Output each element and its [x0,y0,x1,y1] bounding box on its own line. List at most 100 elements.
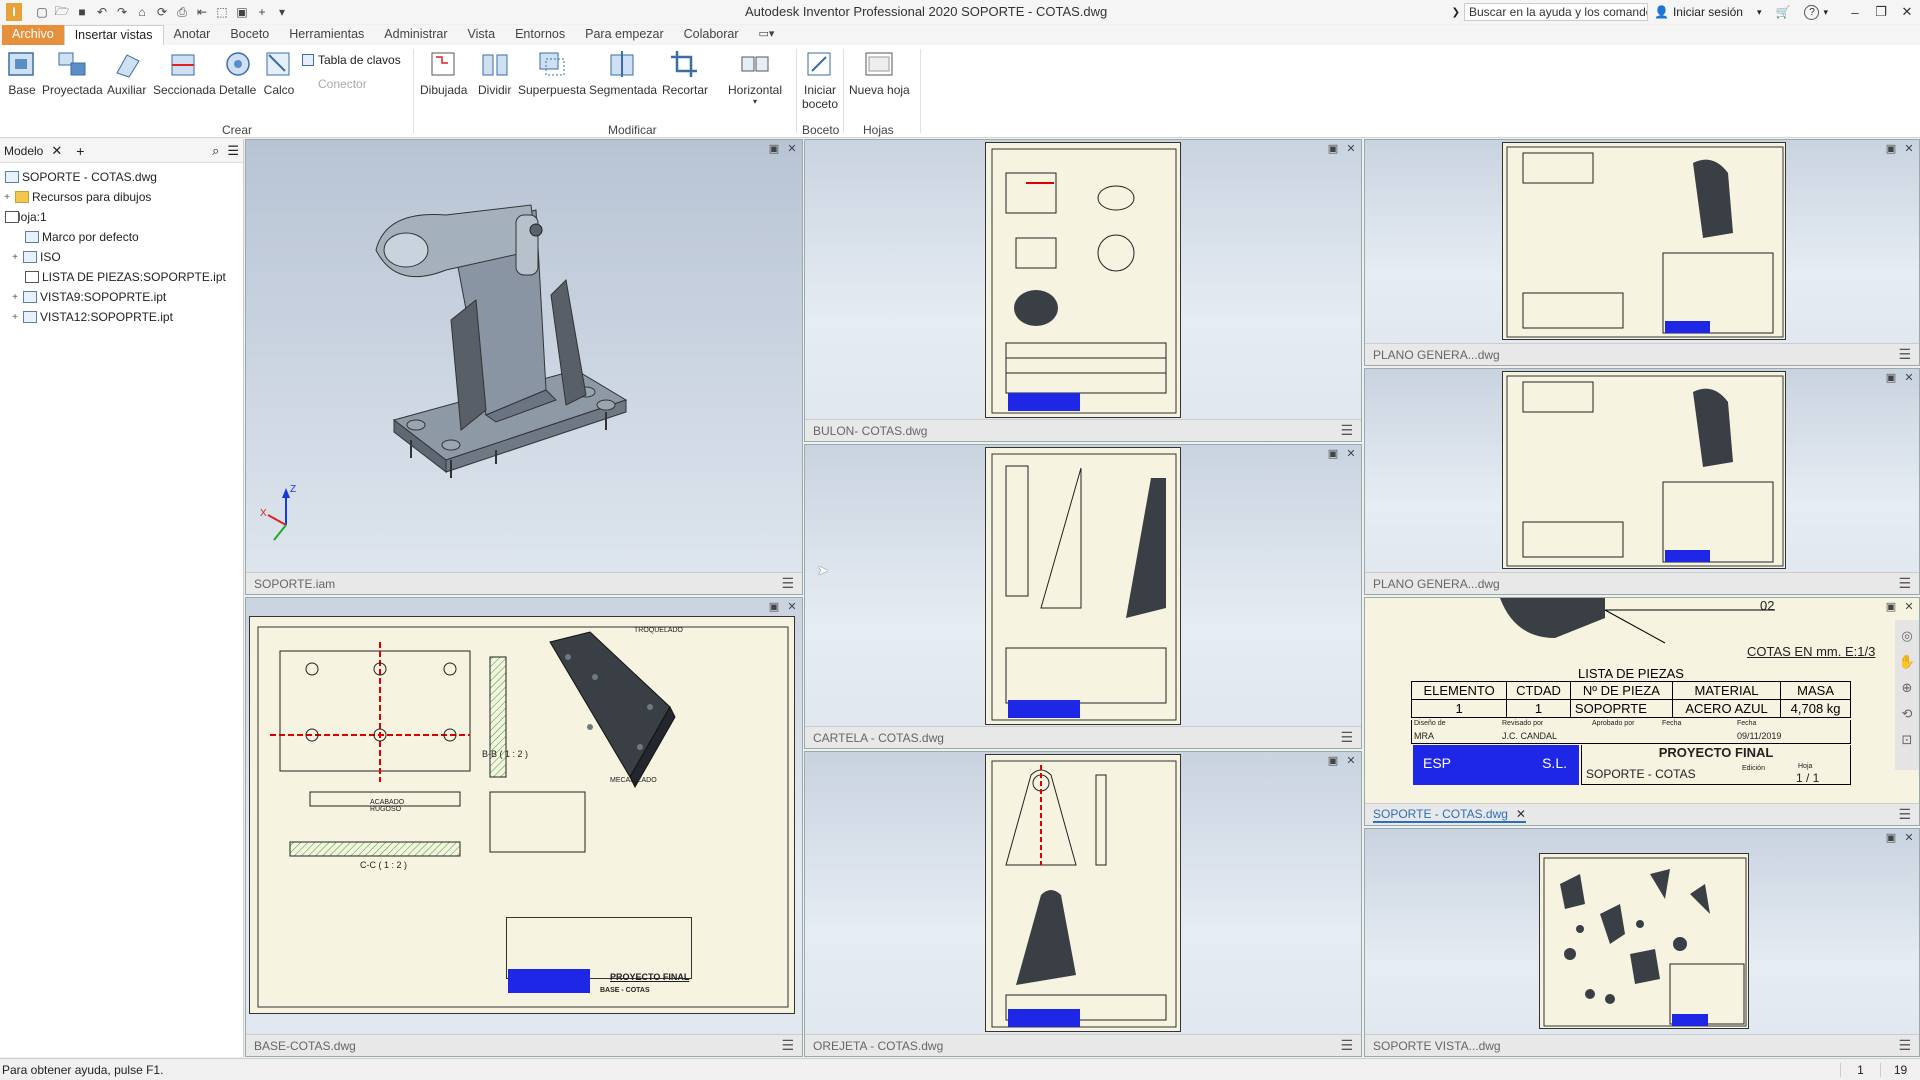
tree-item-parts-list[interactable]: LISTA DE PIEZAS:SOPORPTE.ipt [0,267,243,287]
projected-view-button[interactable]: Proyectada [42,49,103,97]
tab-boceto[interactable]: Boceto [220,25,279,45]
camera-dropdown-icon[interactable]: ▭▾ [749,25,785,45]
viewport-soporte-vista[interactable]: ▣ ✕ SOPORTE VISTA...dwg ☰ [1364,828,1920,1057]
crop-button[interactable]: Recortar [662,49,708,97]
close-icon[interactable]: ✕ [1903,372,1915,384]
tree-item-resources[interactable]: + Recursos para dibujos [0,187,243,207]
hamburger-menu-icon[interactable]: ☰ [781,575,794,592]
viewport-cartela[interactable]: ▣ ✕ CARTELA - COTAS.dwg ☰ [804,444,1362,749]
signin-button[interactable]: 👤 Iniciar sesión ▾ [1654,5,1762,19]
tree-item-vista12[interactable]: + VISTA12:SOPOPRTE.ipt [0,307,243,327]
tree-item-iso[interactable]: + ISO [0,247,243,267]
home-icon[interactable]: ⌂ [134,5,150,19]
viewport-plano-general-1[interactable]: ▣ ✕ PLANO GENERA...dwg ☰ [1364,139,1920,366]
new-file-icon[interactable]: ▢ [34,5,50,19]
close-icon[interactable]: ✕ [1903,601,1915,613]
maximize-icon[interactable]: ▣ [768,601,780,613]
save-icon[interactable]: ■ [74,5,90,19]
viewport-label[interactable]: CARTELA - COTAS.dwg ☰ [805,726,1361,748]
expand-icon[interactable]: + [10,252,20,263]
maximize-icon[interactable]: ▣ [1327,448,1339,460]
hamburger-menu-icon[interactable]: ☰ [1898,575,1911,592]
horizontal-button[interactable]: Horizontal ▾ [728,49,782,106]
section-view-button[interactable]: Seccionada [153,49,216,97]
maximize-icon[interactable]: ▣ [768,143,780,155]
minimize-icon[interactable]: – [1842,5,1868,20]
customize-dropdown-icon[interactable]: ▾ [274,5,290,19]
hamburger-menu-icon[interactable]: ☰ [1898,346,1911,363]
close-icon[interactable]: ✕ [786,143,798,155]
tab-insertar-vistas[interactable]: Insertar vistas [63,25,164,45]
new-sheet-button[interactable]: Nueva hoja [849,49,910,97]
pan-icon[interactable]: ✋ [1899,654,1915,670]
help-icon[interactable]: ? [1804,4,1820,20]
tree-item-document[interactable]: SOPORTE - COTAS.dwg [0,167,243,187]
tree-item-sheet[interactable]: − Hoja:1 [0,207,243,227]
maximize-icon[interactable]: ▣ [1885,372,1897,384]
tree-item-vista9[interactable]: + VISTA9:SOPOPRTE.ipt [0,287,243,307]
viewport-bulon[interactable]: ▣ ✕ BULON- COTAS.dwg ☰ [804,139,1362,442]
slice-button[interactable]: Segmentada [589,49,657,97]
viewport-label[interactable]: SOPORTE.iam ☰ [246,572,802,594]
cart-icon[interactable]: 🛒 [1776,5,1791,19]
start-sketch-button[interactable]: Iniciar boceto [802,49,838,111]
print-icon[interactable]: ⎙ [174,5,190,19]
break-button[interactable]: Dividir [478,49,511,97]
close-icon[interactable]: ✕ [51,143,62,159]
maximize-icon[interactable]: ▣ [1327,755,1339,767]
search-expand-icon[interactable]: ❯ [1452,7,1460,18]
redo-icon[interactable]: ↷ [114,5,130,19]
hamburger-menu-icon[interactable]: ☰ [227,143,239,159]
viewport-label[interactable]: SOPORTE VISTA...dwg ☰ [1365,1034,1919,1056]
zoom-icon[interactable]: ⊕ [1902,680,1913,696]
connector-button[interactable]: Conector [302,77,367,91]
maximize-icon[interactable]: ▣ [1885,143,1897,155]
add-tab-icon[interactable]: + [76,143,84,159]
viewport-plano-general-2[interactable]: ▣ ✕ PLANO GENERA...dwg ☰ [1364,368,1920,595]
open-folder-icon[interactable]: 🗁 [54,4,70,19]
look-at-icon[interactable]: ⊡ [1902,732,1913,748]
hamburger-menu-icon[interactable]: ☰ [1898,1037,1911,1054]
hamburger-menu-icon[interactable]: ☰ [1898,806,1911,823]
search-icon[interactable]: ⌕ [212,143,219,159]
tab-administrar[interactable]: Administrar [374,25,457,45]
steering-wheel-icon[interactable]: ◎ [1901,628,1912,644]
viewport-label[interactable]: BASE-COTAS.dwg ☰ [246,1034,802,1056]
expand-icon[interactable]: + [10,312,20,323]
select-icon[interactable]: ⬚ [214,5,230,19]
tree-item-border[interactable]: Marco por defecto [0,227,243,247]
help-search-input[interactable]: Buscar en la ayuda y los comandos [1464,3,1648,21]
hamburger-menu-icon[interactable]: ☰ [1340,422,1353,439]
expand-icon[interactable]: + [10,292,20,303]
overlay-calco-button[interactable]: Calco [263,49,295,97]
close-icon[interactable]: ✕ [1345,755,1357,767]
close-icon[interactable]: ✕ [1516,807,1526,821]
viewport-soporte-cotas[interactable]: 02 COTAS EN mm. E:1/3 LISTA DE PIEZAS EL… [1364,597,1920,826]
color-icon[interactable]: ▣ [234,5,250,19]
viewport-base-cotas[interactable]: ▣ ✕ B-B ( 1 : 2 ) C-C ( 1 : 2 ) TROQUELAD… [245,597,803,1057]
plus-icon[interactable]: + [254,5,270,19]
viewport-label[interactable]: SOPORTE - COTAS.dwg ✕ ☰ [1365,803,1919,825]
inventor-logo-icon[interactable]: I [6,3,22,21]
measure-icon[interactable]: ⇤ [194,5,210,19]
update-icon[interactable]: ⟳ [154,5,170,19]
close-icon[interactable]: ✕ [1903,143,1915,155]
viewport-label[interactable]: OREJETA - COTAS.dwg ☰ [805,1034,1361,1056]
base-view-button[interactable]: Base [6,49,38,97]
hamburger-menu-icon[interactable]: ☰ [1340,729,1353,746]
tab-colaborar[interactable]: Colaborar [674,25,749,45]
tab-herramientas[interactable]: Herramientas [279,25,374,45]
overlay-button[interactable]: Superpuesta [518,49,586,97]
tab-archivo[interactable]: Archivo [2,25,64,45]
tab-para-empezar[interactable]: Para empezar [575,25,674,45]
document-tab-active[interactable]: SOPORTE - COTAS.dwg ✕ [1373,807,1526,823]
detail-view-button[interactable]: Detalle [219,49,256,97]
help-dropdown-icon[interactable]: ▾ [1823,7,1828,18]
auxiliary-view-button[interactable]: Auxiliar [107,49,146,97]
browser-tab-modelo[interactable]: Modelo [4,144,43,158]
tab-entornos[interactable]: Entornos [505,25,575,45]
hamburger-menu-icon[interactable]: ☰ [781,1037,794,1054]
viewport-label[interactable]: PLANO GENERA...dwg ☰ [1365,572,1919,594]
viewport-label[interactable]: BULON- COTAS.dwg ☰ [805,419,1361,441]
hamburger-menu-icon[interactable]: ☰ [1340,1037,1353,1054]
